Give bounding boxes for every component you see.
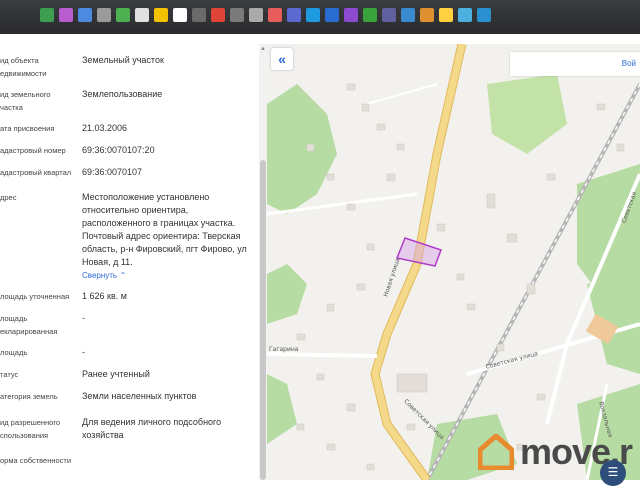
value-cadastral-number: 69:36:0070107:20 bbox=[82, 145, 155, 155]
row-area: лощадь - bbox=[0, 346, 258, 360]
value-land-type: Землепользование bbox=[82, 89, 163, 99]
forest-area-southwest bbox=[267, 264, 307, 324]
label-status: татус bbox=[0, 370, 19, 379]
label-object-type: ид объекта едвижимости bbox=[0, 56, 47, 78]
value-address: Местоположение установлено относительно … bbox=[82, 192, 247, 267]
gagarina-street bbox=[267, 352, 378, 358]
value-assign-date: 21.03.2006 bbox=[82, 123, 128, 133]
buildings bbox=[296, 83, 625, 471]
row-land-type: ид земельного частка Землепользование bbox=[0, 88, 258, 116]
psd-icon[interactable] bbox=[325, 8, 339, 22]
label-land-category: атегория земель bbox=[0, 392, 58, 401]
label-cadastral-number: адастровый номер bbox=[0, 146, 66, 155]
label-permitted-use: ид разрешенного спользования bbox=[0, 418, 61, 440]
tools-icon[interactable] bbox=[287, 8, 301, 22]
grid-icon[interactable] bbox=[192, 8, 206, 22]
plus-icon[interactable] bbox=[116, 8, 130, 22]
forest-area-west bbox=[267, 84, 337, 214]
value-land-category: Земли населенных пунктов bbox=[82, 391, 197, 401]
row-cadastral-quarter: адастровый квартал 69:36:0070107 bbox=[0, 166, 258, 180]
map-canvas[interactable] bbox=[267, 44, 640, 480]
value-status: Ранее учтенный bbox=[82, 369, 150, 379]
chevron-up-icon[interactable]: ⌃ bbox=[120, 271, 127, 280]
car-icon[interactable] bbox=[439, 8, 453, 22]
photo-icon[interactable] bbox=[59, 8, 73, 22]
skype-icon[interactable] bbox=[306, 8, 320, 22]
side-road-2 bbox=[366, 83, 438, 105]
collapse-link[interactable]: Свернуть ⌃ bbox=[82, 269, 254, 282]
row-permitted-use: ид разрешенного спользования Для ведения… bbox=[0, 416, 258, 444]
label-cadastral-quarter: адастровый квартал bbox=[0, 168, 72, 177]
folder-icon[interactable] bbox=[230, 8, 244, 22]
taskbar-tray bbox=[40, 8, 491, 22]
flame-icon[interactable] bbox=[420, 8, 434, 22]
double-chevron-left-icon[interactable]: « bbox=[271, 48, 293, 70]
edge-icon[interactable] bbox=[477, 8, 491, 22]
label-area-specified: лощадь уточненная bbox=[0, 292, 70, 301]
value-cadastral-quarter: 69:36:0070107 bbox=[82, 167, 143, 177]
property-info-panel: ид объекта едвижимости Земельный участок… bbox=[0, 44, 260, 480]
label-assign-date: ата присвоения bbox=[0, 124, 55, 133]
label-area-declared: лощадь екларированная bbox=[0, 314, 58, 336]
pen-icon[interactable] bbox=[97, 8, 111, 22]
label-address: дрес bbox=[0, 193, 17, 202]
row-object-type: ид объекта едвижимости Земельный участок bbox=[0, 54, 258, 82]
wrench-icon[interactable] bbox=[249, 8, 263, 22]
value-permitted-use: Для ведения личного подсобного хозяйства bbox=[82, 417, 222, 440]
row-status: татус Ранее учтенный bbox=[0, 368, 258, 382]
row-assign-date: ата присвоения 21.03.2006 bbox=[0, 122, 258, 136]
books-icon[interactable] bbox=[40, 8, 54, 22]
row-ownership: орма собственности bbox=[0, 454, 258, 468]
map-view[interactable]: Новая улица Гагарина Советская улица Сов… bbox=[267, 44, 640, 480]
pre-icon[interactable] bbox=[344, 8, 358, 22]
torrent-icon[interactable] bbox=[154, 8, 168, 22]
taskbar bbox=[0, 0, 640, 34]
amazon-icon[interactable] bbox=[173, 8, 187, 22]
media-icon[interactable] bbox=[382, 8, 396, 22]
label-area: лощадь bbox=[0, 348, 28, 357]
street-label-gagarina: Гагарина bbox=[269, 346, 299, 353]
file-icon[interactable] bbox=[135, 8, 149, 22]
browser-icon[interactable] bbox=[458, 8, 472, 22]
map-search-text[interactable]: Вой bbox=[622, 59, 636, 68]
label-ownership: орма собственности bbox=[0, 456, 72, 465]
value-area: - bbox=[82, 347, 85, 357]
chrome-icon[interactable] bbox=[211, 8, 225, 22]
row-area-specified: лощадь уточненная 1 626 кв. м bbox=[0, 290, 258, 304]
value-area-specified: 1 626 кв. м bbox=[82, 291, 127, 301]
map-search-box[interactable]: Вой bbox=[510, 52, 640, 76]
scroll-up-arrow-icon[interactable]: ▲ bbox=[260, 46, 266, 52]
meadow-area bbox=[487, 74, 567, 154]
cadastral-parcel bbox=[395, 237, 442, 267]
row-cadastral-number: адастровый номер 69:36:0070107:20 bbox=[0, 144, 258, 158]
mail-icon[interactable] bbox=[268, 8, 282, 22]
collapse-label[interactable]: Свернуть bbox=[82, 271, 117, 280]
value-object-type: Земельный участок bbox=[82, 55, 164, 65]
row-area-declared: лощадь екларированная - bbox=[0, 312, 258, 338]
label-land-type: ид земельного частка bbox=[0, 90, 51, 112]
forest-area-southwest-2 bbox=[267, 374, 297, 444]
value-area-declared: - bbox=[82, 313, 85, 323]
row-address: дрес Местоположение установлено относите… bbox=[0, 191, 258, 281]
game-icon[interactable] bbox=[401, 8, 415, 22]
house-logo-icon bbox=[478, 434, 514, 470]
terminal-icon[interactable] bbox=[363, 8, 377, 22]
collapse-row: Свернуть ⌃ bbox=[0, 269, 258, 281]
panel-scrollbar-thumb[interactable] bbox=[260, 160, 266, 480]
share-icon[interactable] bbox=[78, 8, 92, 22]
row-land-category: атегория земель Земли населенных пунктов bbox=[0, 390, 258, 404]
menu-icon[interactable]: ☰ bbox=[600, 460, 626, 486]
